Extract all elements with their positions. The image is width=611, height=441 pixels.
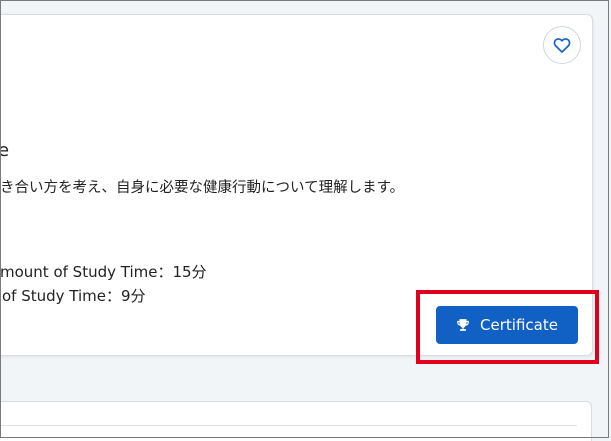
divider	[0, 425, 577, 426]
highlight-box	[416, 290, 599, 364]
course-title: e	[0, 140, 10, 161]
course-description: き合い方を考え、自身に必要な健康行動について理解します。	[0, 180, 405, 196]
next-course-card	[0, 401, 592, 441]
heart-outline-icon	[553, 38, 571, 53]
total-study-time: mount of Study Time：15分	[0, 263, 207, 281]
favorite-button[interactable]	[543, 26, 581, 64]
completed-study-time: of Study Time：9分	[2, 287, 146, 305]
